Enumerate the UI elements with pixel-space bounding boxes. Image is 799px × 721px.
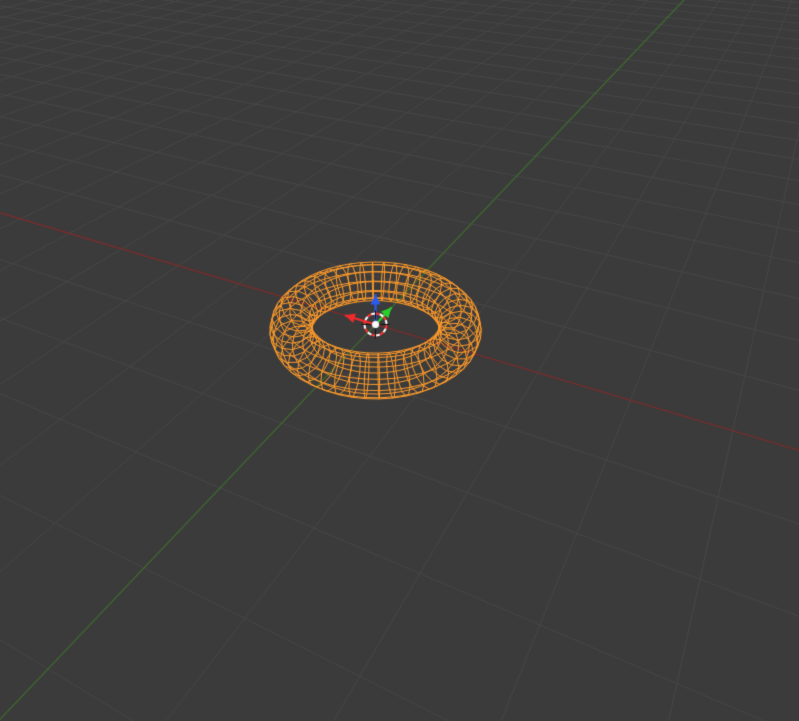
viewport-3d[interactable]	[0, 0, 799, 721]
